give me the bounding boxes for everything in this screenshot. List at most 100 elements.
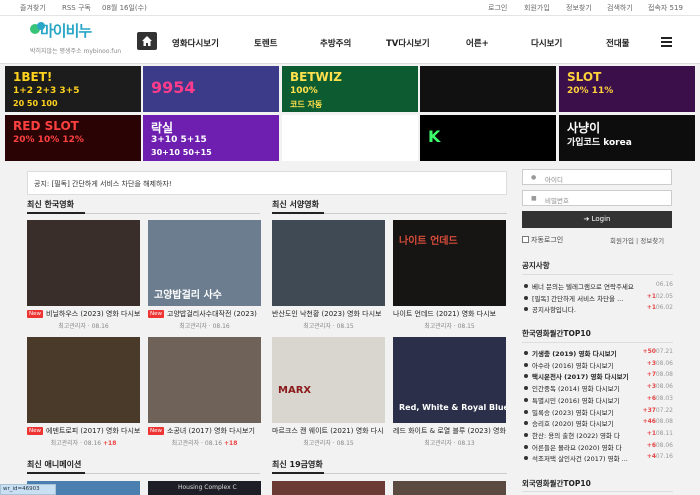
autologin-checkbox[interactable]: 자동로그인 bbox=[522, 235, 563, 245]
bullet-icon bbox=[524, 351, 528, 355]
movie-poster[interactable] bbox=[27, 220, 140, 306]
list-item-title[interactable]: 어른들은 몰라요 (2020) 영화 다 bbox=[532, 442, 642, 452]
list-item-title[interactable]: 베너 문의는 텔레그램으로 연락주세요 bbox=[532, 281, 642, 291]
movie-poster[interactable]: Red, White & Royal Blue bbox=[393, 337, 506, 423]
banner-ad[interactable] bbox=[420, 66, 556, 112]
movie-title[interactable]: New 고양밥걸리사수대작전 (2023) bbox=[148, 309, 261, 319]
movie-meta-text: 최고관리자 · 08.13 bbox=[424, 440, 475, 447]
movie-title[interactable]: 마르크스 캔 웨이트 (2021) 영화 다시 bbox=[272, 426, 385, 436]
movie-card[interactable]: 나이트 언데드 나이트 언데드 (2021) 영화 다시보 최고관리자 · 08.1… bbox=[393, 220, 506, 338]
movie-poster[interactable] bbox=[272, 481, 385, 495]
list-item[interactable]: 기생충 (2019) 영화 다시보기 +50 07.21 bbox=[522, 348, 673, 359]
movie-card[interactable]: MARX 마르크스 캔 웨이트 (2021) 영화 다시 최고관리자 · 08.15 bbox=[272, 337, 385, 455]
poster-caption: MARX bbox=[278, 385, 312, 396]
section-title-korean[interactable]: 최신 한국영화 bbox=[27, 199, 74, 210]
banner-ad[interactable]: RED SLOT 20% 10% 12% bbox=[5, 115, 141, 161]
banner-ad[interactable]: 락실 3+10 5+15 30+10 50+15 bbox=[143, 115, 279, 161]
movie-title[interactable]: 나이트 언데드 (2021) 영화 다시보 bbox=[393, 309, 506, 319]
banner-ad[interactable]: BETWIZ 100% 코드 자동 bbox=[282, 66, 418, 112]
nav-sentai[interactable]: 전대물 bbox=[606, 37, 629, 49]
rss-link[interactable]: RSS 구독 bbox=[62, 3, 91, 13]
banner-ad[interactable]: 9954 bbox=[143, 66, 279, 112]
movie-poster[interactable] bbox=[148, 337, 261, 423]
movie-title[interactable]: New 비닐하우스 (2023) 영화 다시보 bbox=[27, 309, 140, 319]
nav-tv-rewatch[interactable]: TV다시보기 bbox=[386, 37, 430, 49]
movie-card[interactable]: New 소공녀 (2017) 영화 다시보기 최고관리자 · 08.16 +18 bbox=[148, 337, 261, 455]
list-item-title[interactable]: 석조저택 살인사건 (2017) 영화 ... bbox=[532, 453, 642, 463]
list-item[interactable]: 밀록승 (2023) 영화 다시보기 +37 07.22 bbox=[522, 407, 673, 418]
korean-top10-title[interactable]: 한국영화월간TOP10 bbox=[522, 328, 591, 339]
register-link[interactable]: 회원가입 bbox=[524, 3, 550, 13]
list-item[interactable]: 한산: 용의 출현 (2022) 영화 다 +1 08.11 bbox=[522, 430, 673, 441]
movie-title[interactable]: New 소공녀 (2017) 영화 다시보기 bbox=[148, 426, 261, 436]
list-item[interactable]: 승리호 (2020) 영화 다시보기 +46 08.08 bbox=[522, 418, 673, 429]
notice-bar[interactable]: 공지: [필독] 간단하게 서비스 차단을 해제하자! bbox=[27, 171, 507, 195]
find-info-link[interactable]: 정보찾기 bbox=[566, 3, 592, 13]
list-item-title[interactable]: 택시운전사 (2017) 영화 다시보기 bbox=[532, 371, 642, 381]
section-divider bbox=[27, 212, 260, 214]
id-input[interactable]: ● 아이디 bbox=[522, 169, 672, 185]
nav-rewatch[interactable]: 다시보기 bbox=[531, 37, 562, 49]
notice-list-title[interactable]: 공지사항 bbox=[522, 260, 550, 271]
movie-poster[interactable]: 고양밥걸리 사수 bbox=[148, 220, 261, 306]
hamburger-menu-icon[interactable] bbox=[661, 37, 672, 47]
movie-title-text: 에덴트로피 (2017) 영화 다시보기 bbox=[46, 427, 140, 435]
movie-card[interactable]: New 에덴트로피 (2017) 영화 다시보기 최고관리자 · 08.16 +18 bbox=[27, 337, 140, 455]
list-item-title[interactable]: 승리호 (2020) 영화 다시보기 bbox=[532, 418, 642, 428]
banner-ad[interactable]: 사냥이 가입코드 korea bbox=[559, 115, 695, 161]
movie-poster[interactable] bbox=[393, 481, 506, 495]
nav-adult[interactable]: 어른+ bbox=[466, 37, 489, 49]
banner-text: 20 50 100 bbox=[13, 99, 58, 108]
movie-title[interactable]: 반산도인 낙천황 (2023) 영화 다시보 bbox=[272, 309, 385, 319]
list-item-title[interactable]: 기생충 (2019) 영화 다시보기 bbox=[532, 348, 642, 358]
movie-title[interactable]: 레드 화이트 & 로열 블루 (2023) 영화 bbox=[393, 426, 506, 436]
list-item[interactable]: 공지사항입니다. +1 06.02 bbox=[522, 304, 673, 315]
login-button[interactable]: ➔ Login bbox=[522, 211, 672, 228]
checkbox-box[interactable] bbox=[522, 236, 529, 243]
list-item-title[interactable]: 한산: 용의 출현 (2022) 영화 다 bbox=[532, 430, 642, 440]
western-top10-title[interactable]: 외국영화월간TOP10 bbox=[522, 478, 591, 489]
list-item-title[interactable]: 밀록승 (2023) 영화 다시보기 bbox=[532, 407, 642, 417]
movie-poster[interactable] bbox=[27, 337, 140, 423]
movie-poster[interactable]: 나이트 언데드 bbox=[393, 220, 506, 306]
movie-card[interactable]: 고양밥걸리 사수 New 고양밥걸리사수대작전 (2023) 최고관리자 · 08.1… bbox=[148, 220, 261, 338]
banner-ad[interactable]: SLOT 20% 11% bbox=[559, 66, 695, 112]
search-link[interactable]: 검색하기 bbox=[607, 3, 633, 13]
section-title-western[interactable]: 최신 서양영화 bbox=[272, 199, 319, 210]
bullet-icon bbox=[524, 386, 528, 391]
movie-card[interactable]: New 비닐하우스 (2023) 영화 다시보 최고관리자 · 08.16 bbox=[27, 220, 140, 338]
list-item[interactable]: 어른들은 몰라요 (2020) 영화 다 +6 08.06 bbox=[522, 442, 673, 453]
list-item[interactable]: 인간중독 (2014) 영화 다시보기 +3 08.06 bbox=[522, 383, 673, 394]
favorite-link[interactable]: 즐겨찾기 bbox=[20, 3, 46, 13]
list-item-title[interactable]: 공지사항입니다. bbox=[532, 304, 642, 314]
movie-poster[interactable]: Housing Complex C bbox=[148, 481, 261, 495]
list-item-title[interactable]: 특별시민 (2016) 영화 다시보기 bbox=[532, 395, 642, 405]
banner-ad[interactable]: K bbox=[420, 115, 556, 161]
section-title-animation[interactable]: 최신 애니메이션 bbox=[27, 459, 81, 470]
list-item[interactable]: 석조저택 살인사건 (2017) 영화 ... +4 07.16 bbox=[522, 453, 673, 464]
banner-ad[interactable] bbox=[282, 115, 418, 161]
sidebar-account-links[interactable]: 회원가입 | 정보찾기 bbox=[610, 235, 664, 245]
banner-ad[interactable]: 1BET! 1+2 2+3 3+5 20 50 100 bbox=[5, 66, 141, 112]
section-title-adult[interactable]: 최신 19금영화 bbox=[272, 459, 323, 470]
nav-torrent[interactable]: 토렌트 bbox=[254, 37, 277, 49]
list-item[interactable]: 택시운전사 (2017) 영화 다시보기 +7 08.08 bbox=[522, 371, 673, 382]
movie-poster[interactable] bbox=[272, 220, 385, 306]
list-item[interactable]: 아수라 (2016) 영화 다시보기 +3 08.06 bbox=[522, 360, 673, 371]
movie-poster[interactable]: MARX bbox=[272, 337, 385, 423]
home-button[interactable] bbox=[137, 32, 157, 50]
list-item-title[interactable]: 아수라 (2016) 영화 다시보기 bbox=[532, 360, 642, 370]
movie-card[interactable]: 반산도인 낙천황 (2023) 영화 다시보 최고관리자 · 08.15 bbox=[272, 220, 385, 338]
nav-movies-rewatch[interactable]: 영화다시보기 bbox=[172, 37, 219, 49]
list-item[interactable]: [필독] 간단하게 서비스 차단을 ... +1 02.05 bbox=[522, 293, 673, 304]
movie-card[interactable]: Red, White & Royal Blue 레드 화이트 & 로열 블루 (2… bbox=[393, 337, 506, 455]
banner-text: 9954 bbox=[151, 78, 196, 97]
list-item-title[interactable]: [필독] 간단하게 서비스 차단을 ... bbox=[532, 293, 642, 303]
password-input[interactable]: ■ 비밀번호 bbox=[522, 190, 672, 206]
nav-ban-warning[interactable]: 추방주의 bbox=[320, 37, 351, 49]
list-item-title[interactable]: 인간중독 (2014) 영화 다시보기 bbox=[532, 383, 642, 393]
login-link[interactable]: 로그인 bbox=[488, 3, 507, 13]
list-item[interactable]: 특별시민 (2016) 영화 다시보기 +6 08.03 bbox=[522, 395, 673, 406]
movie-title[interactable]: New 에덴트로피 (2017) 영화 다시보기 bbox=[27, 426, 140, 436]
list-item[interactable]: 베너 문의는 텔레그램으로 연락주세요 06.16 bbox=[522, 281, 673, 292]
